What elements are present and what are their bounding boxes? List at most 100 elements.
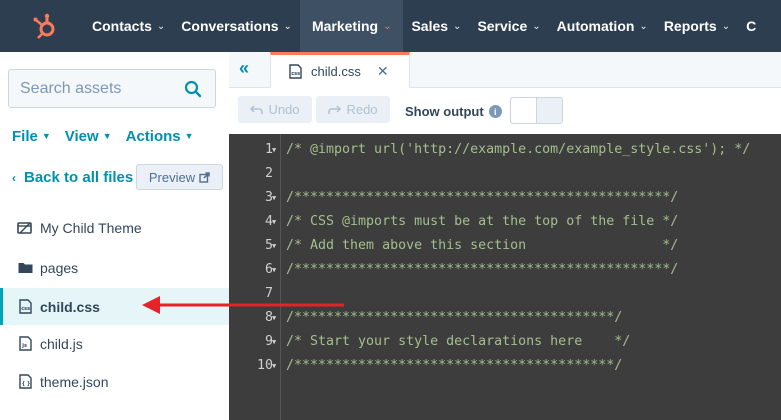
nav-label: Reports bbox=[663, 18, 717, 34]
code-line: 3 ▼ /*************************************… bbox=[229, 186, 781, 210]
line-text: /* CSS @imports must be at the top of th… bbox=[286, 214, 679, 229]
file-label: child.js bbox=[40, 335, 83, 352]
file-sidebar: File▼ View▼ Actions▼ ‹Back to all files … bbox=[0, 52, 229, 420]
fold-arrow-icon[interactable]: ▼ bbox=[272, 354, 276, 378]
svg-text:css: css bbox=[291, 71, 300, 77]
nav-label: Contacts bbox=[92, 18, 152, 34]
code-line: 1 ▼ /* @import url('http://example.com/exa… bbox=[229, 138, 781, 162]
show-output-toggle[interactable] bbox=[510, 97, 563, 124]
undo-button[interactable]: Undo bbox=[238, 96, 312, 123]
line-text: /***************************************… bbox=[286, 262, 679, 277]
code-line: 10 ▼ /************************************… bbox=[229, 354, 781, 378]
nav-sales[interactable]: Sales ⌄ bbox=[403, 0, 469, 52]
nav-label: Automation bbox=[556, 18, 635, 34]
line-text: /* @import url('http://example.com/examp… bbox=[286, 142, 751, 157]
collapse-sidebar-icon[interactable]: « bbox=[239, 58, 249, 79]
file-label: My Child Theme bbox=[40, 219, 142, 236]
chevron-down-icon: ⌄ bbox=[532, 20, 541, 32]
file-label: child.css bbox=[40, 298, 100, 315]
nav-reports[interactable]: Reports ⌄ bbox=[656, 0, 738, 52]
fold-arrow-icon[interactable]: ▼ bbox=[272, 234, 276, 258]
undo-label: Undo bbox=[268, 102, 300, 117]
line-number: 6 bbox=[264, 262, 273, 277]
redo-button[interactable]: Redo bbox=[316, 96, 390, 123]
hubspot-logo-icon[interactable] bbox=[20, 0, 72, 52]
folder-icon bbox=[17, 260, 33, 276]
back-label: Back to all files bbox=[24, 169, 134, 186]
code-editor[interactable]: 1 ▼/* @import url('http://example.com/exa… bbox=[229, 134, 781, 420]
search-input[interactable] bbox=[20, 79, 180, 98]
css-file-icon: css bbox=[289, 64, 302, 79]
show-output-text: Show output bbox=[405, 104, 484, 119]
file-item-theme-json[interactable]: { } theme.json bbox=[0, 363, 229, 400]
line-number: 10 bbox=[256, 358, 273, 373]
tab-child-css[interactable]: css child.css ✕ bbox=[270, 52, 410, 88]
back-to-all-files-link[interactable]: ‹ Back to all files bbox=[12, 169, 133, 186]
line-text: /* Add them above this section */ bbox=[286, 238, 679, 253]
close-tab-icon[interactable]: ✕ bbox=[377, 63, 389, 80]
nav-automation[interactable]: Automation ⌄ bbox=[549, 0, 656, 52]
fold-arrow-icon[interactable]: ▼ bbox=[272, 330, 276, 354]
line-number: 4 bbox=[264, 214, 273, 229]
actions-menu[interactable]: Actions ▼ bbox=[126, 128, 194, 145]
fold-arrow-icon[interactable]: ▼ bbox=[272, 258, 276, 282]
file-item-child-js[interactable]: js child.js bbox=[0, 325, 229, 362]
preview-button[interactable]: Preview bbox=[136, 164, 223, 190]
code-line: 6 ▼ /*************************************… bbox=[229, 258, 781, 282]
svg-text:js: js bbox=[21, 343, 27, 349]
file-item-pages[interactable]: pages bbox=[0, 249, 229, 286]
top-navigation: Contacts ⌄ Conversations ⌄ Marketing ⌄ Sale… bbox=[0, 0, 781, 52]
code-line: 2 bbox=[229, 162, 781, 186]
nav-marketing[interactable]: Marketing ⌄ bbox=[299, 0, 404, 52]
fold-arrow-icon[interactable]: ▼ bbox=[272, 186, 276, 210]
tab-label: child.css bbox=[311, 64, 361, 79]
svg-text:{ }: { } bbox=[21, 381, 30, 387]
line-number: 9 bbox=[264, 334, 273, 349]
nav-contacts[interactable]: Contacts ⌄ bbox=[84, 0, 173, 52]
editor-tab-bar: « css child.css ✕ bbox=[229, 52, 781, 88]
fold-arrow-icon[interactable]: ▼ bbox=[272, 210, 276, 234]
line-text: /* Start your style declarations here */ bbox=[286, 334, 631, 349]
editor-toolbar: Undo Redo Show output i bbox=[229, 88, 781, 134]
line-number: 2 bbox=[264, 166, 273, 181]
file-label: pages bbox=[40, 259, 79, 276]
json-file-icon: { } bbox=[17, 374, 33, 390]
svg-text:css: css bbox=[21, 306, 30, 312]
nav-service[interactable]: Service ⌄ bbox=[469, 0, 548, 52]
js-file-icon: js bbox=[17, 336, 33, 352]
view-menu[interactable]: View ▼ bbox=[65, 128, 112, 145]
css-file-icon: css bbox=[17, 299, 33, 315]
chevron-down-icon: ⌄ bbox=[156, 20, 166, 32]
preview-label: Preview bbox=[148, 169, 196, 185]
caret-down-icon: ▼ bbox=[102, 131, 112, 141]
code-line: 9 ▼ /* Start your style declarations here … bbox=[229, 330, 781, 354]
caret-down-icon: ▼ bbox=[184, 131, 194, 141]
search-icon[interactable] bbox=[184, 80, 202, 103]
file-item-my-child-theme[interactable]: My Child Theme bbox=[0, 209, 229, 246]
external-link-icon bbox=[199, 171, 210, 183]
search-box bbox=[8, 69, 216, 108]
code-line: 5 ▼ /* Add them above this section */ bbox=[229, 234, 781, 258]
menu-label: File bbox=[12, 128, 38, 145]
nav-label: Conversations bbox=[181, 18, 279, 34]
chevron-down-icon: ⌄ bbox=[453, 20, 462, 32]
fold-arrow-icon[interactable]: ▼ bbox=[272, 138, 276, 162]
redo-icon bbox=[328, 104, 342, 114]
file-menu[interactable]: File ▼ bbox=[12, 128, 51, 145]
menu-label: Actions bbox=[125, 128, 181, 145]
nav-label: Sales bbox=[411, 18, 449, 34]
nav-label: C bbox=[746, 18, 757, 34]
chevron-down-icon: ⌄ bbox=[283, 20, 292, 32]
chevron-down-icon: ⌄ bbox=[383, 20, 392, 32]
line-number: 5 bbox=[264, 238, 273, 253]
nav-truncated[interactable]: C bbox=[738, 0, 764, 52]
nav-conversations[interactable]: Conversations ⌄ bbox=[173, 0, 300, 52]
show-output-label: Show output i bbox=[405, 104, 502, 119]
file-label: theme.json bbox=[40, 373, 109, 390]
line-number: 1 bbox=[264, 142, 273, 157]
line-text: /***************************************… bbox=[286, 358, 623, 373]
caret-down-icon: ▼ bbox=[41, 131, 51, 141]
info-icon[interactable]: i bbox=[488, 105, 502, 118]
line-number: 3 bbox=[264, 190, 273, 205]
nav-label: Marketing bbox=[311, 18, 379, 34]
